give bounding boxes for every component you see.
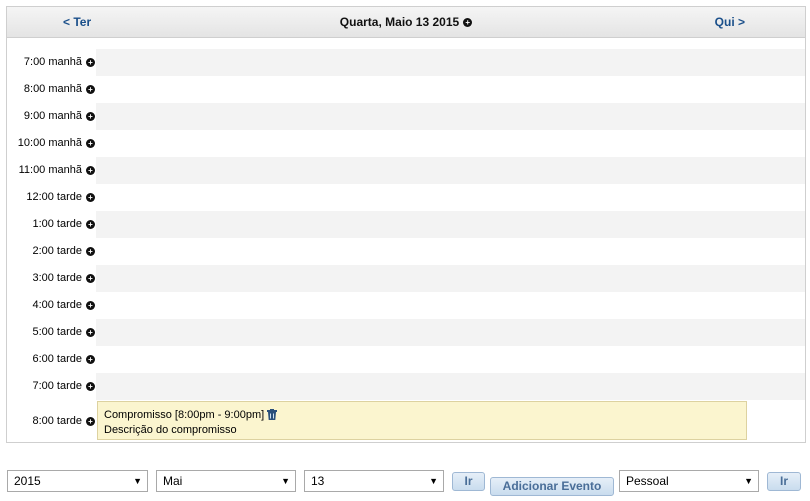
time-label: 9:00 manhã + bbox=[7, 103, 95, 130]
calendar-type-value: Pessoal bbox=[626, 474, 669, 488]
time-slot[interactable] bbox=[96, 157, 805, 184]
time-label: 8:00 tarde + bbox=[7, 400, 95, 442]
time-label-text: 10:00 manhã bbox=[17, 137, 82, 149]
time-label: 12:00 tarde + bbox=[7, 184, 95, 211]
event-description: Descrição do compromisso bbox=[104, 424, 237, 436]
time-slot[interactable] bbox=[96, 292, 805, 319]
time-label: 4:00 tarde + bbox=[7, 292, 95, 319]
time-slot[interactable] bbox=[96, 103, 805, 130]
chevron-down-icon: ▼ bbox=[429, 476, 438, 486]
time-label-text: 11:00 manhã bbox=[18, 164, 82, 176]
day-title: Quarta, Maio 13 2015 + bbox=[7, 15, 805, 29]
month-select-value: Mai bbox=[163, 474, 183, 488]
day-select[interactable]: 13 ▼ bbox=[304, 470, 444, 492]
time-slot[interactable] bbox=[96, 211, 805, 238]
time-label-text: 7:00 tarde bbox=[32, 380, 82, 392]
add-event-icon[interactable]: + bbox=[86, 354, 95, 364]
add-event-icon[interactable]: + bbox=[86, 57, 95, 67]
time-slot[interactable] bbox=[96, 373, 805, 400]
event-title[interactable]: Compromisso [8:00pm - 9:00pm] bbox=[104, 409, 264, 421]
chevron-down-icon: ▼ bbox=[744, 476, 753, 486]
time-label-text: 6:00 tarde bbox=[32, 353, 82, 365]
time-slot[interactable] bbox=[96, 130, 805, 157]
time-label-text: 8:00 tarde bbox=[32, 415, 82, 427]
time-slot[interactable] bbox=[96, 319, 805, 346]
time-label-text: 1:00 tarde bbox=[32, 218, 82, 230]
add-event-icon[interactable]: + bbox=[86, 381, 95, 391]
time-grid: 7:00 manhã + 8:00 manhã + 9:00 manhã + 10:0… bbox=[7, 49, 805, 442]
chevron-down-icon: ▼ bbox=[133, 476, 142, 486]
time-label: 11:00 manhã + bbox=[7, 157, 95, 184]
add-event-day-icon[interactable]: + bbox=[463, 18, 473, 28]
add-event-icon[interactable]: + bbox=[86, 192, 95, 202]
time-slot[interactable] bbox=[96, 346, 805, 373]
go-button-2[interactable]: Ir bbox=[767, 472, 801, 491]
day-calendar: < Ter Quarta, Maio 13 2015 + Qui > 7:00 m… bbox=[6, 6, 806, 443]
time-label: 7:00 tarde + bbox=[7, 373, 95, 400]
time-slot[interactable] bbox=[96, 238, 805, 265]
time-label: 10:00 manhã + bbox=[7, 130, 95, 157]
add-event-icon[interactable]: + bbox=[86, 84, 95, 94]
time-label: 6:00 tarde + bbox=[7, 346, 95, 373]
add-event-icon[interactable]: + bbox=[86, 138, 95, 148]
calendar-type-select[interactable]: Pessoal ▼ bbox=[619, 470, 759, 492]
event-card[interactable]: Compromisso [8:00pm - 9:00pm] Descrição … bbox=[97, 401, 747, 440]
time-slot[interactable] bbox=[96, 184, 805, 211]
time-label-text: 4:00 tarde bbox=[32, 299, 82, 311]
time-label: 8:00 manhã + bbox=[7, 76, 95, 103]
time-label: 2:00 tarde + bbox=[7, 238, 95, 265]
time-label: 3:00 tarde + bbox=[7, 265, 95, 292]
year-select-value: 2015 bbox=[14, 474, 41, 488]
go-button[interactable]: Ir bbox=[452, 472, 485, 491]
time-slot[interactable] bbox=[96, 265, 805, 292]
add-event-icon[interactable]: + bbox=[86, 273, 95, 283]
add-event-icon[interactable]: + bbox=[86, 219, 95, 229]
add-event-icon[interactable]: + bbox=[86, 165, 95, 175]
time-label-text: 9:00 manhã bbox=[23, 110, 82, 122]
day-select-value: 13 bbox=[311, 474, 325, 488]
next-day-link[interactable]: Qui > bbox=[715, 15, 745, 29]
time-label-text: 2:00 tarde bbox=[32, 245, 82, 257]
event-title-line: Compromisso [8:00pm - 9:00pm] bbox=[104, 409, 740, 424]
add-event-button[interactable]: Adicionar Evento bbox=[490, 477, 614, 496]
time-label: 7:00 manhã + bbox=[7, 49, 95, 76]
time-slot[interactable] bbox=[96, 76, 805, 103]
time-label-text: 3:00 tarde bbox=[32, 272, 82, 284]
trash-icon[interactable] bbox=[267, 409, 278, 424]
add-event-icon[interactable]: + bbox=[86, 416, 95, 426]
time-label-text: 8:00 manhã bbox=[23, 83, 82, 95]
add-event-icon[interactable]: + bbox=[86, 327, 95, 337]
calendar-header: < Ter Quarta, Maio 13 2015 + Qui > bbox=[7, 7, 805, 38]
time-label: 5:00 tarde + bbox=[7, 319, 95, 346]
time-label-text: 5:00 tarde bbox=[32, 326, 82, 338]
add-event-icon[interactable]: + bbox=[86, 300, 95, 310]
date-controls: 2015 ▼ Mai ▼ 13 ▼ Ir Adicionar Evento Pesso… bbox=[0, 468, 810, 496]
month-select[interactable]: Mai ▼ bbox=[156, 470, 296, 492]
time-label-text: 7:00 manhã bbox=[23, 56, 82, 68]
time-label: 1:00 tarde + bbox=[7, 211, 95, 238]
day-title-text: Quarta, Maio 13 2015 bbox=[339, 15, 460, 29]
chevron-down-icon: ▼ bbox=[281, 476, 290, 486]
add-event-icon[interactable]: + bbox=[86, 111, 95, 121]
add-event-icon[interactable]: + bbox=[86, 246, 95, 256]
time-slot[interactable] bbox=[96, 49, 805, 76]
year-select[interactable]: 2015 ▼ bbox=[7, 470, 148, 492]
time-label-text: 12:00 tarde bbox=[26, 191, 82, 203]
